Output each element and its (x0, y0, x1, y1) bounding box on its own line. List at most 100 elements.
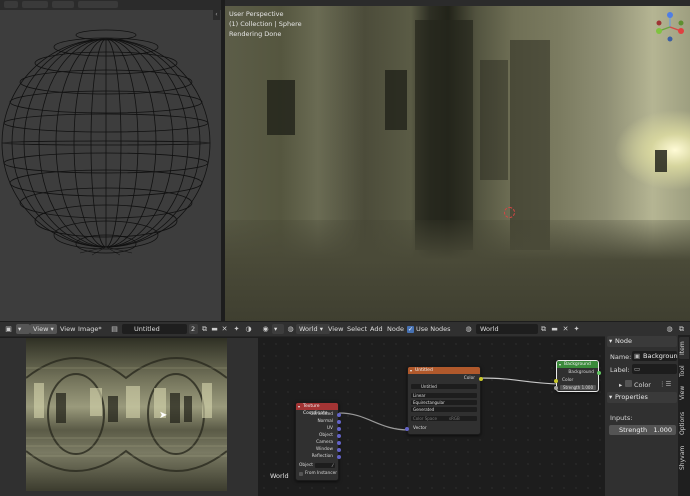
image-datablock-field[interactable]: Untitled (411, 384, 477, 389)
node-name-field[interactable]: ▣ Background (632, 351, 682, 361)
node-menu[interactable]: Node (387, 324, 404, 334)
image-editor-header: ▣ ▾ View ▾ View Image* ▤ Untitled 2 ⧉ ▬ … (0, 322, 258, 337)
image-editor-canvas[interactable]: ➤ (0, 338, 258, 496)
socket-vector[interactable] (337, 455, 341, 459)
color-expand-icon[interactable]: ▸ (619, 381, 622, 389)
socket-float[interactable] (554, 386, 558, 390)
editor-type-dropdown[interactable]: ▾ (272, 324, 284, 334)
texture-coordinate-node[interactable]: ▾ Texture Coordinate Generated Normal UV… (295, 402, 341, 481)
socket-vector[interactable] (337, 413, 341, 417)
neg-z-axis-icon[interactable] (667, 36, 673, 42)
strength-slider[interactable]: Strength 1.000 (609, 425, 676, 435)
open-image-icon[interactable]: ▬ (210, 325, 219, 333)
input-vector: Vector (413, 426, 427, 431)
render-floor (225, 220, 690, 321)
neg-x-axis-icon[interactable] (656, 20, 662, 26)
overlay-icon[interactable]: ◍ (665, 325, 674, 333)
color-checkbox[interactable] (625, 380, 632, 387)
view-mode-dropdown[interactable]: View ▾ (30, 324, 57, 334)
fake-user-icon[interactable]: ⧉ (200, 325, 209, 333)
background-node[interactable]: ▾ Background Background Color Strength 1… (554, 360, 601, 392)
color-space-field[interactable]: Color Space sRGB (411, 416, 477, 421)
output-color: Color (463, 376, 475, 381)
pin-icon[interactable]: ✦ (232, 325, 241, 333)
from-instancer-checkbox[interactable] (299, 472, 303, 476)
wireframe-viewport[interactable]: ‹ (0, 0, 221, 321)
output-uv: UV (326, 426, 333, 431)
color-presets-icon[interactable]: ⋮☰ (659, 380, 671, 388)
strength-field[interactable]: Strength 1.000 (560, 385, 596, 390)
collection-info: (1) Collection | Sphere (229, 20, 302, 28)
use-nodes-checkbox[interactable]: ✓ (407, 326, 414, 333)
fake-user-icon[interactable]: ⧉ (539, 325, 548, 333)
select-menu[interactable]: Select (347, 324, 367, 334)
close-icon[interactable]: ✕ (561, 325, 570, 333)
world-icon[interactable]: ◍ (286, 325, 295, 333)
node-header[interactable]: ▾ Background (557, 361, 598, 368)
viewport-header (0, 0, 221, 10)
pin-icon[interactable]: ✦ (572, 325, 581, 333)
y-axis-icon[interactable] (656, 28, 662, 34)
add-menu[interactable]: Add (370, 324, 383, 334)
node-header[interactable]: ▾ Texture Coordinate (296, 403, 338, 416)
header-fragment[interactable] (52, 1, 74, 8)
socket-vector[interactable] (337, 427, 341, 431)
3d-cursor-icon[interactable] (504, 207, 515, 218)
tab-options[interactable]: Options (679, 407, 689, 439)
interpolation-dropdown[interactable]: Linear (411, 393, 477, 398)
source-dropdown[interactable]: Generated (411, 407, 477, 412)
shader-type-dropdown[interactable]: World ▾ (296, 324, 330, 334)
properties-section-header[interactable]: ▾ Properties (607, 392, 677, 403)
tab-item[interactable]: Item (679, 337, 689, 359)
projection-dropdown[interactable]: Equirectangular (411, 400, 477, 405)
sidebar-tabs: Item Tool View Options Shyvam (678, 335, 690, 496)
image-menu[interactable]: Image* (78, 324, 102, 334)
name-label: Name: (610, 353, 632, 361)
world-browse-icon[interactable]: ◍ (464, 325, 473, 333)
close-icon[interactable]: ✕ (220, 325, 229, 333)
socket-color[interactable] (554, 379, 558, 383)
view-menu[interactable]: View (328, 324, 343, 334)
shader-editor-icon[interactable]: ◉ (261, 325, 270, 333)
world-name-field[interactable]: World (476, 324, 538, 334)
header-fragment[interactable] (4, 1, 18, 8)
header-fragment[interactable] (78, 1, 118, 8)
snap-icon[interactable]: ⧉ (677, 325, 686, 333)
z-axis-icon[interactable] (667, 12, 673, 18)
socket-vector[interactable] (337, 441, 341, 445)
object-label: Object (299, 463, 313, 468)
navigation-gizmo[interactable] (653, 10, 687, 44)
node-header[interactable]: ▾ Untitled (408, 367, 480, 374)
header-fragment[interactable] (22, 1, 48, 8)
tab-shyvam[interactable]: Shyvam (679, 443, 689, 473)
socket-vector[interactable] (337, 420, 341, 424)
render-viewport[interactable]: User Perspective (1) Collection | Sphere… (225, 0, 690, 321)
object-field[interactable]: ⁄ (315, 463, 335, 468)
users-count[interactable]: 2 (189, 324, 198, 334)
node-editor-canvas[interactable]: ◂▸ ▾ Texture Coordinate Generated Normal… (258, 338, 605, 496)
new-world-icon[interactable]: ▬ (550, 325, 559, 333)
view-name: User Perspective (229, 10, 284, 18)
image-editor-icon[interactable]: ▣ (4, 325, 13, 333)
output-window: Window (316, 447, 333, 452)
socket-shader[interactable] (597, 371, 601, 375)
socket-vector[interactable] (337, 448, 341, 452)
node-label-field[interactable]: ▭ (632, 364, 677, 374)
x-axis-icon[interactable] (678, 28, 684, 34)
socket-vector[interactable] (337, 434, 341, 438)
node-section-header[interactable]: ▾ Node (607, 336, 677, 347)
view-menu[interactable]: View (60, 324, 75, 334)
display-channels-icon[interactable]: ◑ (244, 325, 253, 333)
output-camera: Camera (316, 440, 333, 445)
tab-tool[interactable]: Tool (679, 361, 689, 381)
environment-texture-node[interactable]: ▾ Untitled Color Untitled Linear Equirec… (405, 366, 483, 435)
image-name-field[interactable]: Untitled (122, 324, 187, 334)
editor-type-dropdown[interactable]: ▾ (16, 324, 30, 334)
socket-vector[interactable] (405, 427, 409, 431)
sidebar-panel: ▾ Node Name: ▣ Background Label: ▭ ▸ Colo… (605, 335, 682, 496)
render-shadow (480, 60, 508, 180)
neg-y-axis-icon[interactable] (678, 20, 684, 26)
image-browse-icon[interactable]: ▤ (110, 325, 119, 333)
socket-color[interactable] (479, 377, 483, 381)
tab-view[interactable]: View (679, 383, 689, 403)
